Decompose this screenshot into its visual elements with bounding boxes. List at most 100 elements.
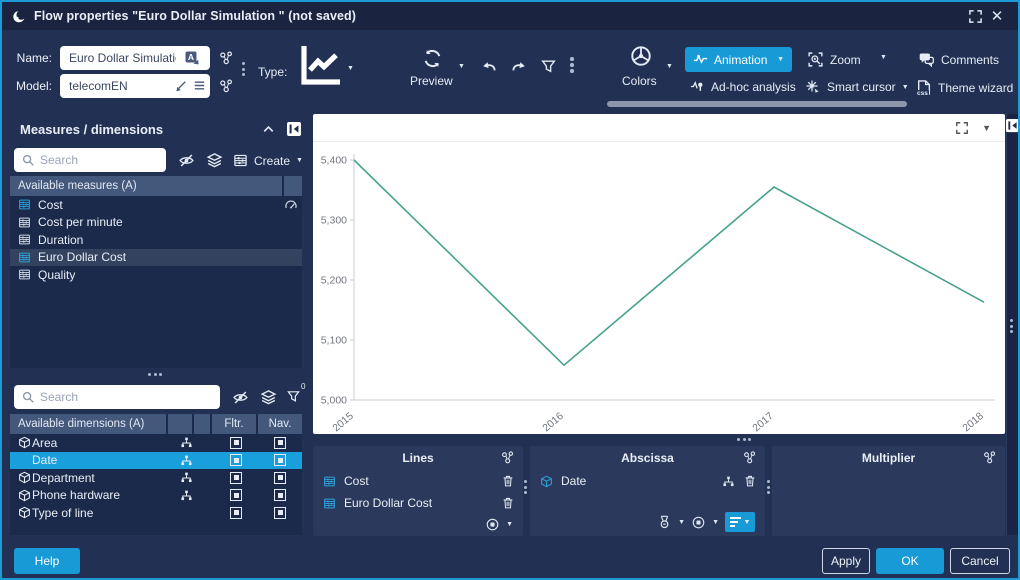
zoom-button[interactable]: Zoom [807,51,861,68]
svg-text:5,200: 5,200 [321,275,347,287]
measures-search-input[interactable] [14,148,166,172]
colors-label[interactable]: Colors [622,74,657,88]
chart-fullscreen-icon[interactable] [955,121,969,135]
nav-checkbox[interactable] [274,437,286,449]
theme-wizard-button[interactable]: css Theme wizard [915,79,1013,96]
nav-checkbox[interactable] [274,472,286,484]
lines-item-cost[interactable]: Cost [313,470,523,492]
redo-icon[interactable] [510,58,528,79]
nav-checkbox[interactable] [274,489,286,501]
measure-row-quality[interactable]: Quality [10,266,302,284]
apply-button[interactable]: Apply [822,548,870,574]
measure-row-cost-per-minute[interactable]: Cost per minute [10,214,302,232]
toolbar-horizontal-scrollbar[interactable] [607,101,907,107]
colors-wheel-icon[interactable] [629,44,653,71]
chart-menu-caret-icon[interactable]: ▼ [982,123,991,133]
bin-splitter-handle[interactable] [524,480,527,494]
collapse-chevron-up-icon[interactable] [261,122,276,137]
hierarchy-icon[interactable] [174,489,198,502]
preview-label[interactable]: Preview [410,74,453,88]
chart-right-splitter-handle[interactable] [1010,319,1013,333]
nav-checkbox[interactable] [274,454,286,466]
expand-panel-right-icon[interactable] [1005,118,1020,133]
edit-model-icon[interactable] [174,78,189,93]
model-list-icon[interactable] [192,78,207,93]
measure-abacus-icon [18,233,38,246]
hierarchy-icon[interactable] [722,475,735,488]
create-measure-button[interactable]: Create ▼ [233,153,303,168]
ok-button[interactable]: OK [876,548,944,574]
undo-icon[interactable] [480,58,498,79]
model-settings-gears-icon[interactable] [218,78,234,97]
hierarchy-icon[interactable] [174,454,198,467]
panel-splitter-handle[interactable] [148,373,162,376]
ranking-caret-icon[interactable]: ▼ [678,519,685,526]
colors-caret-icon[interactable]: ▼ [666,63,673,70]
name-settings-gears-icon[interactable] [218,50,234,69]
lines-options-caret-icon[interactable]: ▼ [506,521,513,528]
sort-button[interactable]: ▼ [725,512,755,532]
ranking-medal-icon[interactable] [657,515,672,530]
cube-icon [10,489,32,502]
bin-splitter-handle[interactable] [767,480,770,494]
trash-icon[interactable] [501,474,515,488]
hide-measures-eye-off-icon[interactable] [178,152,195,172]
measure-row-euro-dollar-cost[interactable]: Euro Dollar Cost [10,249,302,267]
toolbar-more-menu-icon[interactable] [570,57,574,73]
dimension-row-phone-hardware[interactable]: Phone hardware [10,487,302,505]
fullscreen-icon[interactable] [964,5,986,27]
adhoc-analysis-button[interactable]: Ad-hoc analysis [690,79,796,94]
fltr-checkbox[interactable] [230,507,242,519]
fltr-checkbox[interactable] [230,489,242,501]
dimensions-search-input[interactable] [14,385,220,409]
preview-refresh-icon[interactable] [422,48,443,72]
lines-bin: Lines Cost Euro Dollar Cost ▼ [313,446,523,536]
preview-caret-icon[interactable]: ▼ [458,63,465,70]
close-icon[interactable]: ✕ [986,5,1008,27]
dimension-row-area[interactable]: Area [10,434,302,452]
help-button[interactable]: Help [14,548,80,574]
translate-icon[interactable] [184,50,200,66]
dimension-row-date[interactable]: Date [10,452,302,470]
fltr-checkbox[interactable] [230,437,242,449]
dimension-filter-icon[interactable]: 0 [286,389,305,407]
measure-row-duration[interactable]: Duration [10,231,302,249]
hierarchy-icon[interactable] [174,436,198,449]
hierarchy-icon[interactable] [174,471,198,484]
line-chart-type-icon [298,44,342,86]
collapse-panel-left-icon[interactable] [286,121,302,137]
display-caret-icon[interactable]: ▼ [712,519,719,526]
animation-button[interactable]: Animation ▼ [685,47,792,72]
filter-icon[interactable] [540,58,557,78]
trash-icon[interactable] [743,474,757,488]
lines-item-euro-dollar-cost[interactable]: Euro Dollar Cost [313,492,523,514]
dimension-row-type-of-line[interactable]: Type of line [10,504,302,522]
abscissa-bin-title: Abscissa [621,451,674,465]
svg-text:2015: 2015 [330,410,356,434]
trash-icon[interactable] [501,496,515,510]
circled-square-icon[interactable] [485,517,500,532]
nav-checkbox[interactable] [274,507,286,519]
animation-caret-icon: ▼ [777,56,784,63]
abscissa-settings-gears-icon[interactable] [742,450,757,465]
dimension-row-department[interactable]: Department [10,469,302,487]
lines-settings-gears-icon[interactable] [500,450,515,465]
bins-splitter-handle[interactable] [737,438,751,441]
hide-dimensions-eye-off-icon[interactable] [232,389,249,409]
toolbar-splitter-handle[interactable] [242,62,245,76]
measure-abacus-icon [18,251,38,264]
measure-row-cost[interactable]: Cost [10,196,302,214]
fltr-checkbox[interactable] [230,472,242,484]
fltr-checkbox[interactable] [230,454,242,466]
cancel-button[interactable]: Cancel [950,548,1010,574]
smart-cursor-button[interactable]: Smart cursor ▼ [805,79,909,95]
comments-button[interactable]: Comments [918,51,999,68]
multiplier-settings-gears-icon[interactable] [982,450,997,465]
chart-type-button[interactable]: ▼ [298,44,354,86]
zoom-caret-icon[interactable]: ▼ [880,54,887,61]
layers-icon[interactable] [260,389,277,409]
smart-cursor-label: Smart cursor [827,80,896,94]
circled-square-icon[interactable] [691,515,706,530]
abscissa-item-date[interactable]: Date [530,470,765,492]
layers-icon[interactable] [206,152,223,172]
